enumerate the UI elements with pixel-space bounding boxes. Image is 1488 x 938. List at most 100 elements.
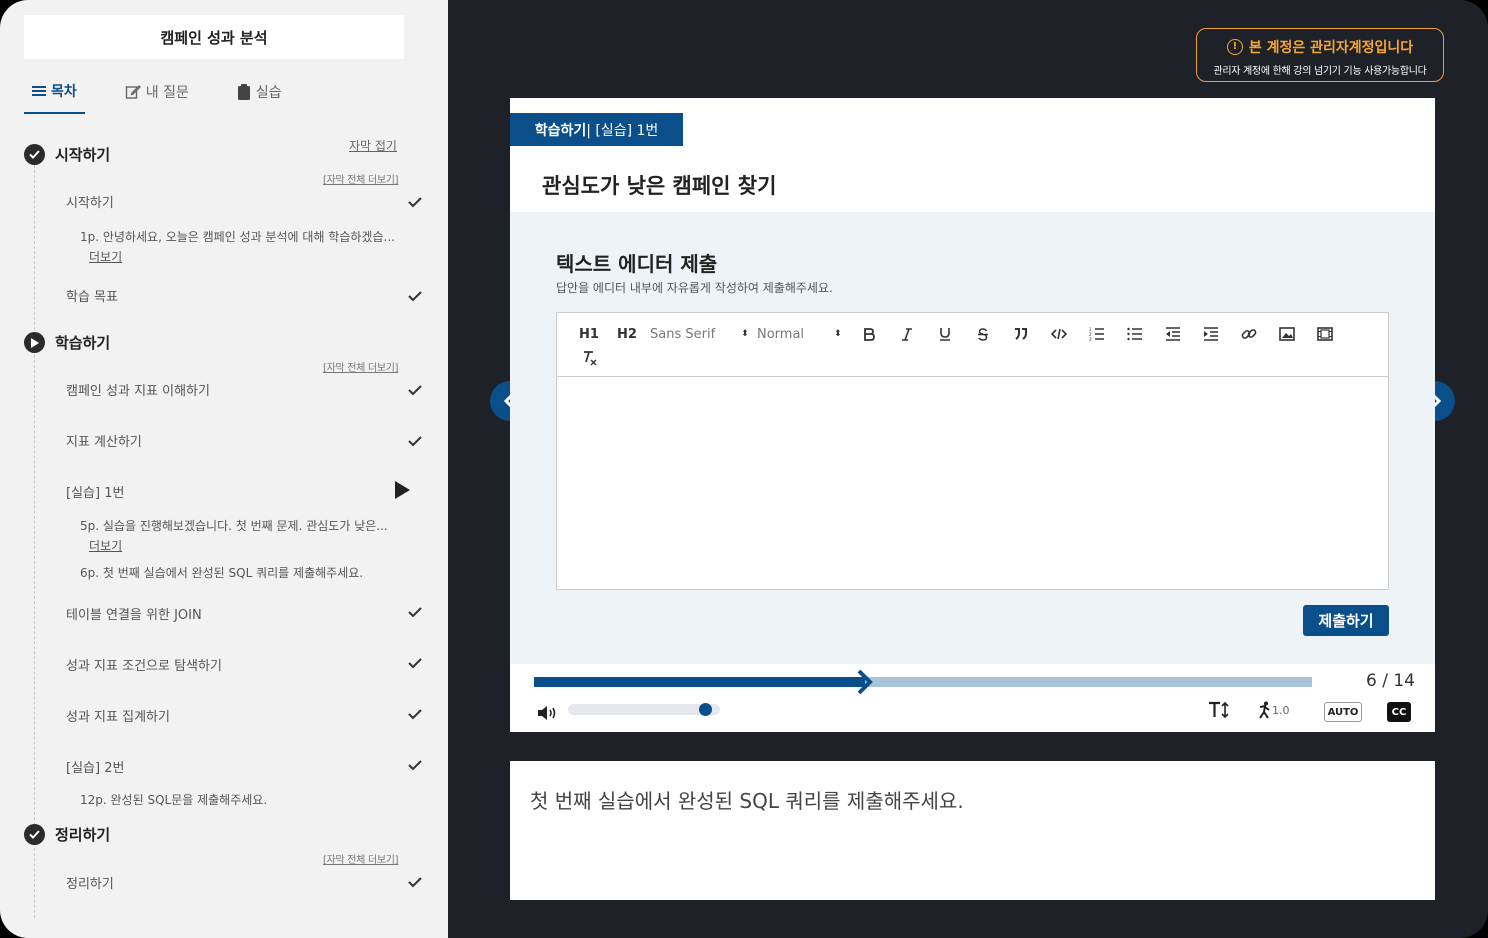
notice-subtitle: 관리자 계정에 한해 강의 넘기기 기능 사용가능합니다 (1213, 66, 1427, 77)
check-icon (408, 877, 422, 888)
panel-title: 텍스트 에디터 제출 (556, 252, 718, 276)
toc-item-condition-search[interactable]: 성과 지표 조건으로 탐색하기 (66, 655, 222, 674)
closed-caption-button[interactable]: CC (1387, 702, 1411, 722)
toc-item-practice-1[interactable]: [실습] 1번 (66, 482, 124, 501)
bold-button[interactable] (858, 324, 880, 344)
clear-format-button[interactable] (578, 348, 600, 368)
subtitle-fold-link[interactable]: 자막 접기 (349, 137, 397, 154)
expand-all-subtitles-link[interactable]: [자막 전체 더보기] (323, 171, 399, 186)
chip-section: 학습하기 (534, 122, 587, 139)
lesson-title: 관심도가 낮은 캠페인 찾기 (542, 174, 777, 198)
notice-title-row: ! 본 계정은 관리자계정입니다 (1197, 37, 1443, 57)
svg-text:3: 3 (1089, 337, 1092, 341)
bullet-list-icon (1127, 327, 1142, 341)
indent-button[interactable] (1200, 324, 1222, 344)
list-icon (32, 86, 46, 96)
check-icon (408, 607, 422, 618)
section-title: 정리하기 (55, 826, 111, 844)
check-icon (408, 709, 422, 720)
check-icon (408, 291, 422, 302)
running-icon (1259, 701, 1270, 719)
check-icon (408, 385, 422, 396)
expand-all-subtitles-link[interactable]: [자막 전체 더보기] (323, 851, 399, 866)
indent-icon (1204, 327, 1218, 341)
select-arrow-icon: ⬍ (834, 329, 842, 339)
expand-all-subtitles-link[interactable]: [자막 전체 더보기] (323, 359, 399, 374)
check-icon (408, 197, 422, 208)
more-link[interactable]: 더보기 (89, 248, 122, 265)
sidebar: 캠페인 성과 분석 목차 내 질문 실습 시작하기 [자막 전체 더보기] 시작… (0, 0, 448, 938)
toc-item-wrapup[interactable]: 정리하기 (66, 873, 114, 892)
exclamation-icon: ! (1226, 39, 1243, 55)
toc-item-aggregate[interactable]: 성과 지표 집계하기 (66, 706, 170, 725)
bullet-list-button[interactable] (1124, 324, 1146, 344)
chip-lesson: | [실습] 1번 (586, 122, 659, 139)
tab-toc[interactable]: 목차 (24, 78, 85, 114)
volume-slider[interactable] (568, 704, 720, 715)
underline-icon (940, 328, 950, 341)
toc-guide-line (34, 165, 35, 340)
toc-item-join[interactable]: 테이블 연결을 위한 JOIN (66, 604, 202, 623)
font-family-select[interactable]: Sans Serif ⬍ (650, 324, 749, 344)
playback-speed-button[interactable]: 1.0 (1256, 701, 1290, 719)
italic-button[interactable] (896, 324, 918, 344)
tab-my-questions-label: 내 질문 (145, 85, 189, 101)
video-button[interactable] (1314, 324, 1336, 344)
outdent-icon (1166, 327, 1180, 341)
outdent-button[interactable] (1162, 324, 1184, 344)
strike-button[interactable] (972, 324, 994, 344)
section-start[interactable]: 시작하기 (24, 144, 110, 165)
strikethrough-icon (978, 327, 988, 341)
course-title: 캠페인 성과 분석 (24, 15, 404, 59)
lesson-content: 학습하기 | [실습] 1번 관심도가 낮은 캠페인 찾기 텍스트 에디터 제출… (510, 98, 1435, 732)
image-button[interactable] (1276, 324, 1298, 344)
volume-icon[interactable] (537, 704, 559, 722)
font-size-select[interactable]: Normal ⬍ (757, 324, 842, 344)
sidebar-tabs: 목차 내 질문 실습 (24, 78, 322, 116)
check-icon (408, 760, 422, 771)
submit-button[interactable]: 제출하기 (1303, 605, 1389, 636)
toc-item-learning-goals[interactable]: 학습 목표 (66, 286, 118, 305)
ordered-list-icon: 123 (1089, 327, 1104, 341)
speed-value: 1.0 (1272, 703, 1290, 717)
toc-subtitle[interactable]: 12p. 완성된 SQL문을 제출해주세요. (80, 791, 267, 808)
editor-text-area[interactable] (557, 377, 1388, 589)
video-icon (1317, 327, 1333, 341)
tab-my-questions[interactable]: 내 질문 (117, 78, 197, 106)
image-icon (1279, 327, 1295, 341)
code-icon (1051, 328, 1067, 340)
toc-subtitle[interactable]: 6p. 첫 번째 실습에서 완성된 SQL 쿼리를 제출해주세요. (80, 564, 363, 581)
toc-subtitle[interactable]: 1p. 안녕하세요, 오늘은 캠페인 성과 분석에 대해 학습하겠습... (80, 228, 395, 245)
tab-practice[interactable]: 실습 (229, 78, 290, 106)
auto-play-button[interactable]: AUTO (1324, 702, 1362, 722)
clipboard-icon (237, 84, 250, 100)
subtitle-text: 첫 번째 실습에서 완성된 SQL 쿼리를 제출해주세요. (530, 789, 964, 813)
toc-item-practice-2[interactable]: [실습] 2번 (66, 757, 124, 776)
toc-item-metrics-understanding[interactable]: 캠페인 성과 지표 이해하기 (66, 380, 210, 399)
section-wrapup[interactable]: 정리하기 (24, 824, 110, 845)
progress-arrow-icon[interactable] (855, 668, 875, 696)
toc-item-metric-calc[interactable]: 지표 계산하기 (66, 431, 142, 450)
section-title: 학습하기 (55, 334, 111, 352)
link-button[interactable] (1238, 324, 1260, 344)
code-block-button[interactable] (1048, 324, 1070, 344)
toc-item-start[interactable]: 시작하기 (66, 192, 114, 211)
text-size-button[interactable] (1208, 701, 1230, 722)
heading2-button[interactable]: H2 (616, 324, 638, 344)
table-of-contents: 시작하기 [자막 전체 더보기] 시작하기 1p. 안녕하세요, 오늘은 캠페인… (0, 140, 448, 920)
section-learn[interactable]: 학습하기 (24, 332, 110, 353)
ordered-list-button[interactable]: 123 (1086, 324, 1108, 344)
toc-guide-line (34, 848, 35, 918)
check-circle-icon (24, 824, 45, 845)
page-count: 6 / 14 (1366, 671, 1415, 691)
heading1-button[interactable]: H1 (578, 324, 600, 344)
blockquote-button[interactable] (1010, 324, 1032, 344)
underline-button[interactable] (934, 324, 956, 344)
volume-knob[interactable] (698, 703, 712, 716)
lesson-chip: 학습하기 | [실습] 1번 (510, 113, 683, 146)
page-progress-fill (534, 677, 865, 687)
more-link[interactable]: 더보기 (89, 537, 122, 554)
toc-subtitle[interactable]: 5p. 실습을 진행해보겠습니다. 첫 번째 문제. 관심도가 낮은... (80, 517, 388, 534)
app-frame: 캠페인 성과 분석 목차 내 질문 실습 시작하기 [자막 전체 더보기] 시작… (0, 0, 1488, 938)
toc-guide-line (34, 355, 35, 825)
